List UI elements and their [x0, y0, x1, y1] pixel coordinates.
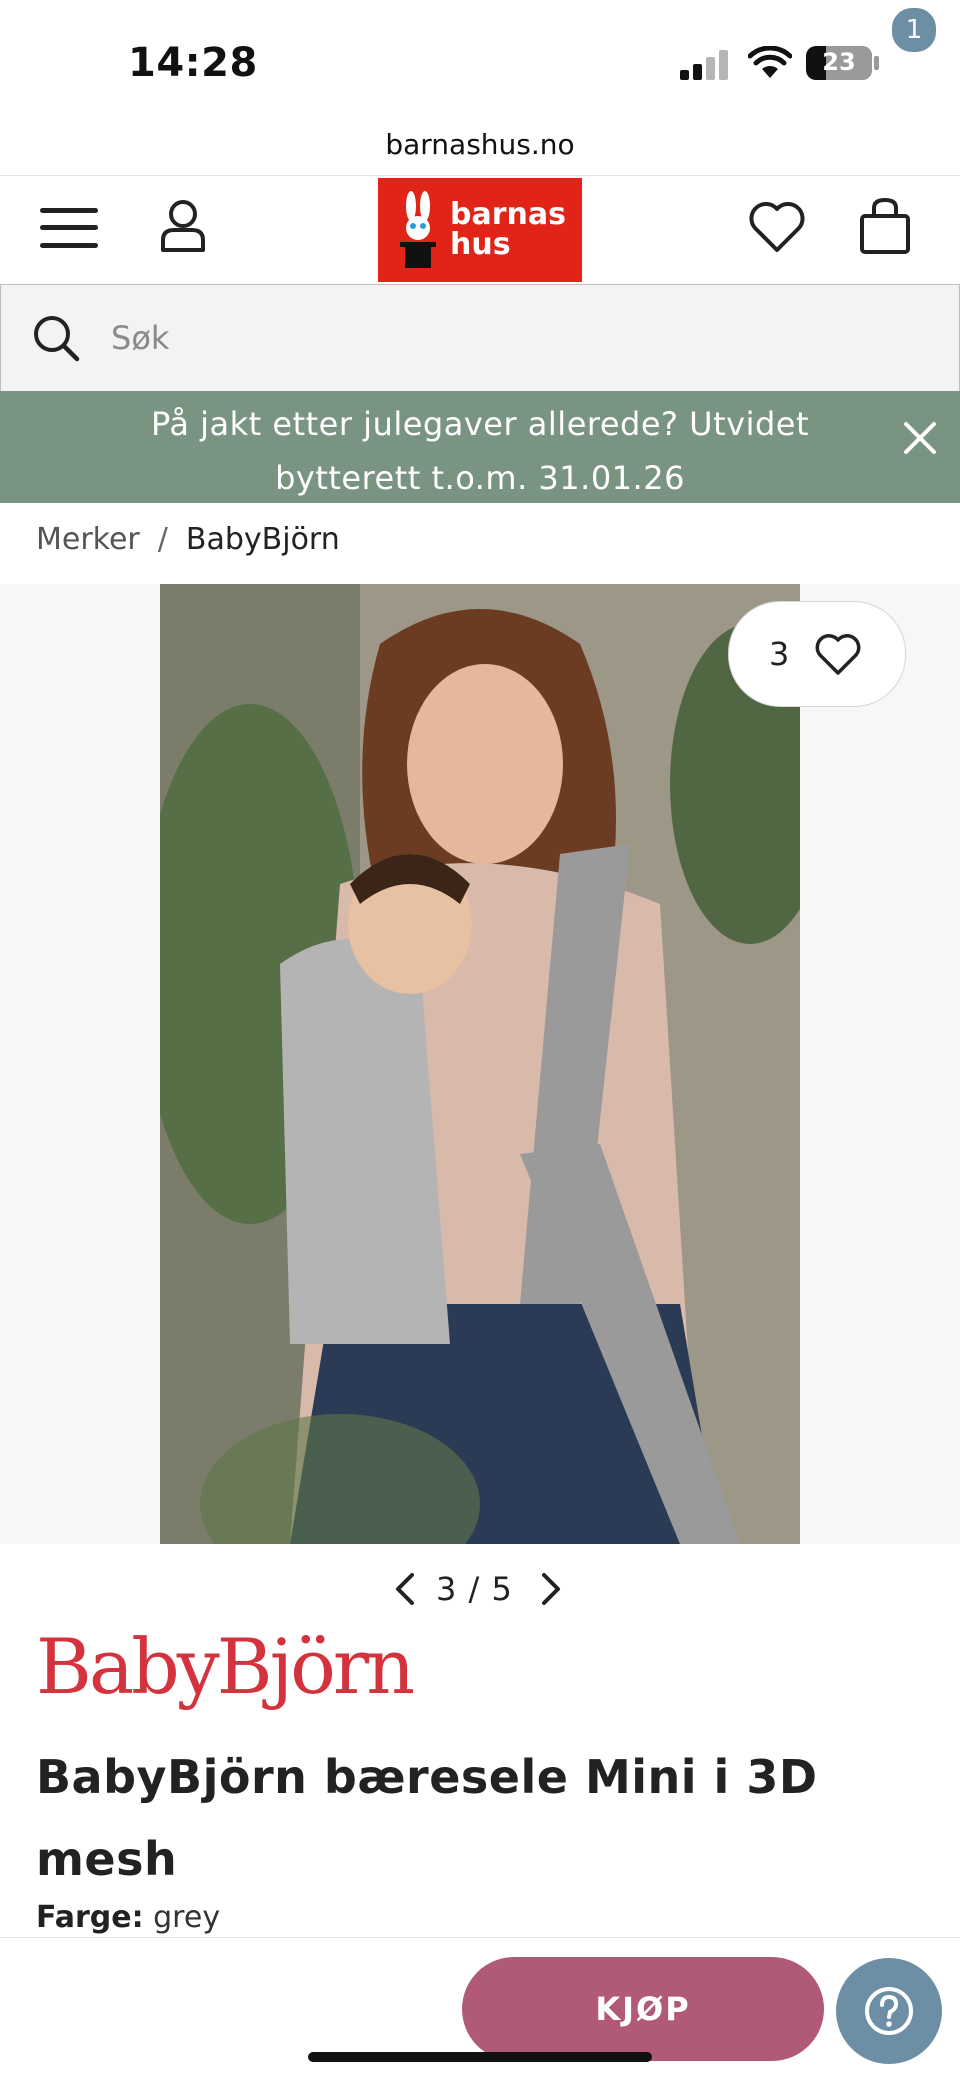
breadcrumb-item-merker[interactable]: Merker	[36, 522, 140, 557]
battery-icon: 23	[806, 46, 872, 80]
breadcrumb: Merker / BabyBjörn	[36, 522, 340, 557]
help-button[interactable]	[836, 1958, 942, 2064]
heart-icon[interactable]	[748, 200, 806, 254]
pager-position: 3 / 5	[436, 1570, 513, 1608]
color-value: grey	[153, 1900, 221, 1935]
account-icon[interactable]	[158, 198, 208, 254]
promo-banner: På jakt etter julegaver allerede? Utvide…	[0, 391, 960, 503]
product-title: BabyBjörn bæresele Mini i 3D mesh	[36, 1750, 818, 1886]
brand-logo[interactable]: BabyBjörn	[36, 1622, 415, 1711]
logo-line-2: hus	[450, 227, 511, 262]
bunny-icon	[400, 191, 436, 268]
site-header: barnas hus	[0, 175, 960, 285]
color-label: Farge:	[36, 1900, 144, 1935]
battery-level: 23	[822, 48, 856, 76]
search-input[interactable]: Søk	[0, 284, 960, 392]
site-logo[interactable]: barnas hus	[378, 178, 582, 282]
chevron-left-icon[interactable]	[394, 1572, 416, 1606]
favorite-button[interactable]: 3	[728, 601, 906, 707]
promo-text: På jakt etter julegaver allerede? Utvide…	[150, 405, 810, 497]
status-bar: 14:28 23 barnashus.no	[0, 0, 960, 161]
favorite-count: 3	[769, 635, 790, 673]
logo-line-1: barnas	[450, 197, 566, 232]
cart-icon[interactable]	[858, 196, 912, 256]
breadcrumb-separator: /	[157, 522, 168, 557]
color-row: Farge: grey	[36, 1900, 220, 1935]
search-placeholder: Søk	[111, 319, 170, 357]
browser-url[interactable]: barnashus.no	[0, 128, 960, 161]
home-indicator	[308, 2052, 652, 2062]
cart-count-badge[interactable]: 1	[890, 6, 938, 54]
product-image[interactable]	[160, 584, 800, 1544]
breadcrumb-item-babybjorn[interactable]: BabyBjörn	[186, 522, 340, 557]
product-gallery	[0, 584, 960, 1544]
status-time: 14:28	[128, 40, 258, 86]
help-icon	[865, 1987, 913, 2035]
buy-button[interactable]: KJØP	[462, 1957, 824, 2061]
menu-icon[interactable]	[40, 206, 98, 250]
wifi-icon	[748, 46, 792, 78]
chevron-right-icon[interactable]	[540, 1572, 562, 1606]
close-icon[interactable]	[902, 420, 938, 456]
search-icon	[34, 316, 80, 362]
heart-icon	[815, 634, 861, 675]
image-pager: 3 / 5	[380, 1566, 580, 1616]
signal-icon	[680, 50, 728, 80]
